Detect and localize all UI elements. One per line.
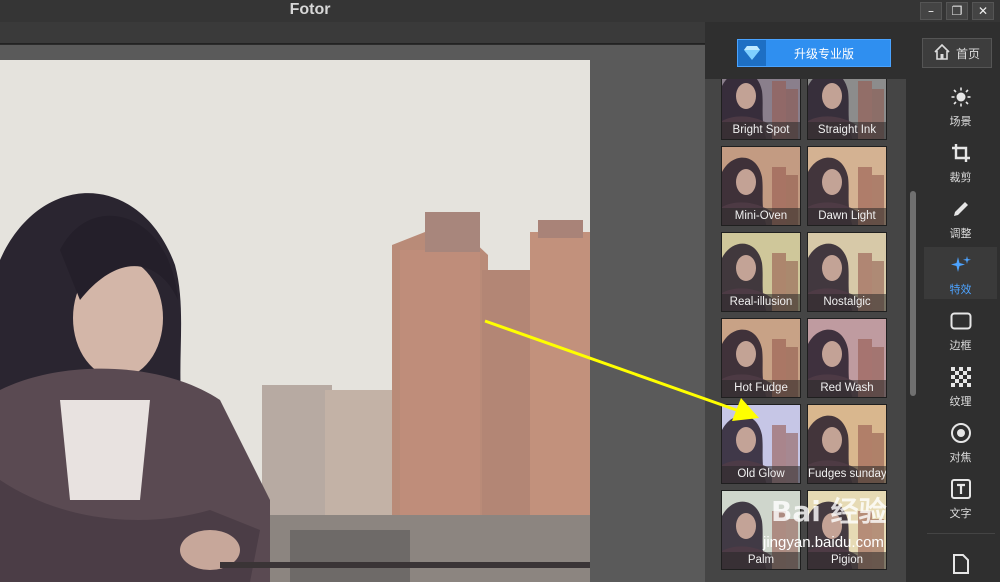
tool-label: 对焦 xyxy=(949,451,972,464)
tool-sidebar: 场景裁剪调整特效边框纹理对焦文字 xyxy=(921,79,1000,582)
filter-row: Palm Pigion xyxy=(721,490,893,570)
filter-list: Bright Spot Straight Ink Mini-Oven Dawn Lig… xyxy=(721,79,893,576)
filter-row: Hot Fudge Red Wash xyxy=(721,318,893,398)
tool-label: 纹理 xyxy=(949,395,972,408)
effects-filter-panel: Bright Spot Straight Ink Mini-Oven Dawn Lig… xyxy=(705,79,906,582)
diamond-icon xyxy=(738,40,766,66)
tool-divider xyxy=(927,533,995,534)
editor-toolbar xyxy=(0,22,705,44)
tool-page[interactable] xyxy=(924,537,997,582)
title-bar: Fotor – ❐ ✕ xyxy=(0,0,1000,22)
filter-label: Hot Fudge xyxy=(722,380,800,397)
filter-tile[interactable]: Mini-Oven xyxy=(721,146,801,226)
tool-checker[interactable]: 纹理 xyxy=(924,359,997,411)
filter-tile[interactable]: Straight Ink xyxy=(807,79,887,140)
canvas-area[interactable] xyxy=(0,45,705,582)
filter-tile[interactable]: Hot Fudge xyxy=(721,318,801,398)
minimize-button[interactable]: – xyxy=(920,2,942,20)
filter-label: Mini-Oven xyxy=(722,208,800,225)
scrollbar-thumb[interactable] xyxy=(910,191,916,396)
tool-sun[interactable]: 场景 xyxy=(924,79,997,131)
filter-label: Nostalgic xyxy=(808,294,886,311)
pencil-icon xyxy=(951,197,971,221)
checker-icon xyxy=(950,365,971,389)
tool-sparkle[interactable]: 特效 xyxy=(924,247,997,299)
home-icon xyxy=(934,43,950,63)
filter-tile[interactable]: Fudges sunday xyxy=(807,404,887,484)
tool-label: 特效 xyxy=(949,283,972,296)
upgrade-pro-button[interactable]: 升级专业版 xyxy=(737,39,891,67)
filter-row: Bright Spot Straight Ink xyxy=(721,79,893,140)
page-icon xyxy=(952,552,969,576)
right-panel: 升级专业版 首页 Bright Spot Straight Ink Mini-Ove… xyxy=(705,22,1000,582)
tool-label: 文字 xyxy=(949,507,972,520)
home-label: 首页 xyxy=(955,46,980,61)
filter-label: Fudges sunday xyxy=(808,466,886,483)
tool-crop[interactable]: 裁剪 xyxy=(924,135,997,187)
tool-pencil[interactable]: 调整 xyxy=(924,191,997,243)
restore-button[interactable]: ❐ xyxy=(946,2,968,20)
filter-label: Old Glow xyxy=(722,466,800,483)
filter-label: Bright Spot xyxy=(722,122,800,139)
filter-label: Straight Ink xyxy=(808,122,886,139)
filter-tile[interactable]: Red Wash xyxy=(807,318,887,398)
filter-tile[interactable]: Pigion xyxy=(807,490,887,570)
filter-label: Pigion xyxy=(808,552,886,569)
text-icon xyxy=(950,477,971,501)
tool-focus[interactable]: 对焦 xyxy=(924,415,997,467)
filter-tile[interactable]: Real-illusion xyxy=(721,232,801,312)
filter-label: Palm xyxy=(722,552,800,569)
filter-row: Mini-Oven Dawn Light xyxy=(721,146,893,226)
fotor-window: Fotor – ❐ ✕ 升级专业版 首页 Bright Spot Straigh… xyxy=(0,0,1000,582)
close-button[interactable]: ✕ xyxy=(972,2,994,20)
filter-tile[interactable]: Old Glow xyxy=(721,404,801,484)
filter-tile[interactable]: Dawn Light xyxy=(807,146,887,226)
sparkle-icon xyxy=(950,253,972,277)
sun-icon xyxy=(951,85,971,109)
tool-label: 调整 xyxy=(949,227,972,240)
filter-label: Real-illusion xyxy=(722,294,800,311)
app-title: Fotor xyxy=(289,1,331,18)
tool-label: 场景 xyxy=(949,115,972,128)
filter-tile[interactable]: Palm xyxy=(721,490,801,570)
filter-row: Real-illusion Nostalgic xyxy=(721,232,893,312)
filter-label: Dawn Light xyxy=(808,208,886,225)
tool-label: 裁剪 xyxy=(949,171,972,184)
filter-label: Red Wash xyxy=(808,380,886,397)
upgrade-label: 升级专业版 xyxy=(793,46,854,61)
frame-icon xyxy=(950,309,972,333)
filter-scrollbar[interactable] xyxy=(908,79,918,582)
crop-icon xyxy=(951,141,971,165)
filter-tile[interactable]: Bright Spot xyxy=(721,79,801,140)
tool-label: 边框 xyxy=(949,339,972,352)
tool-frame[interactable]: 边框 xyxy=(924,303,997,355)
filter-row: Old Glow Fudges sunday xyxy=(721,404,893,484)
filter-tile[interactable]: Nostalgic xyxy=(807,232,887,312)
tool-text[interactable]: 文字 xyxy=(924,471,997,523)
home-button[interactable]: 首页 xyxy=(922,38,992,68)
photo-image xyxy=(0,60,590,582)
photo-preview xyxy=(0,60,590,582)
window-controls: – ❐ ✕ xyxy=(920,2,994,20)
focus-icon xyxy=(950,421,972,445)
